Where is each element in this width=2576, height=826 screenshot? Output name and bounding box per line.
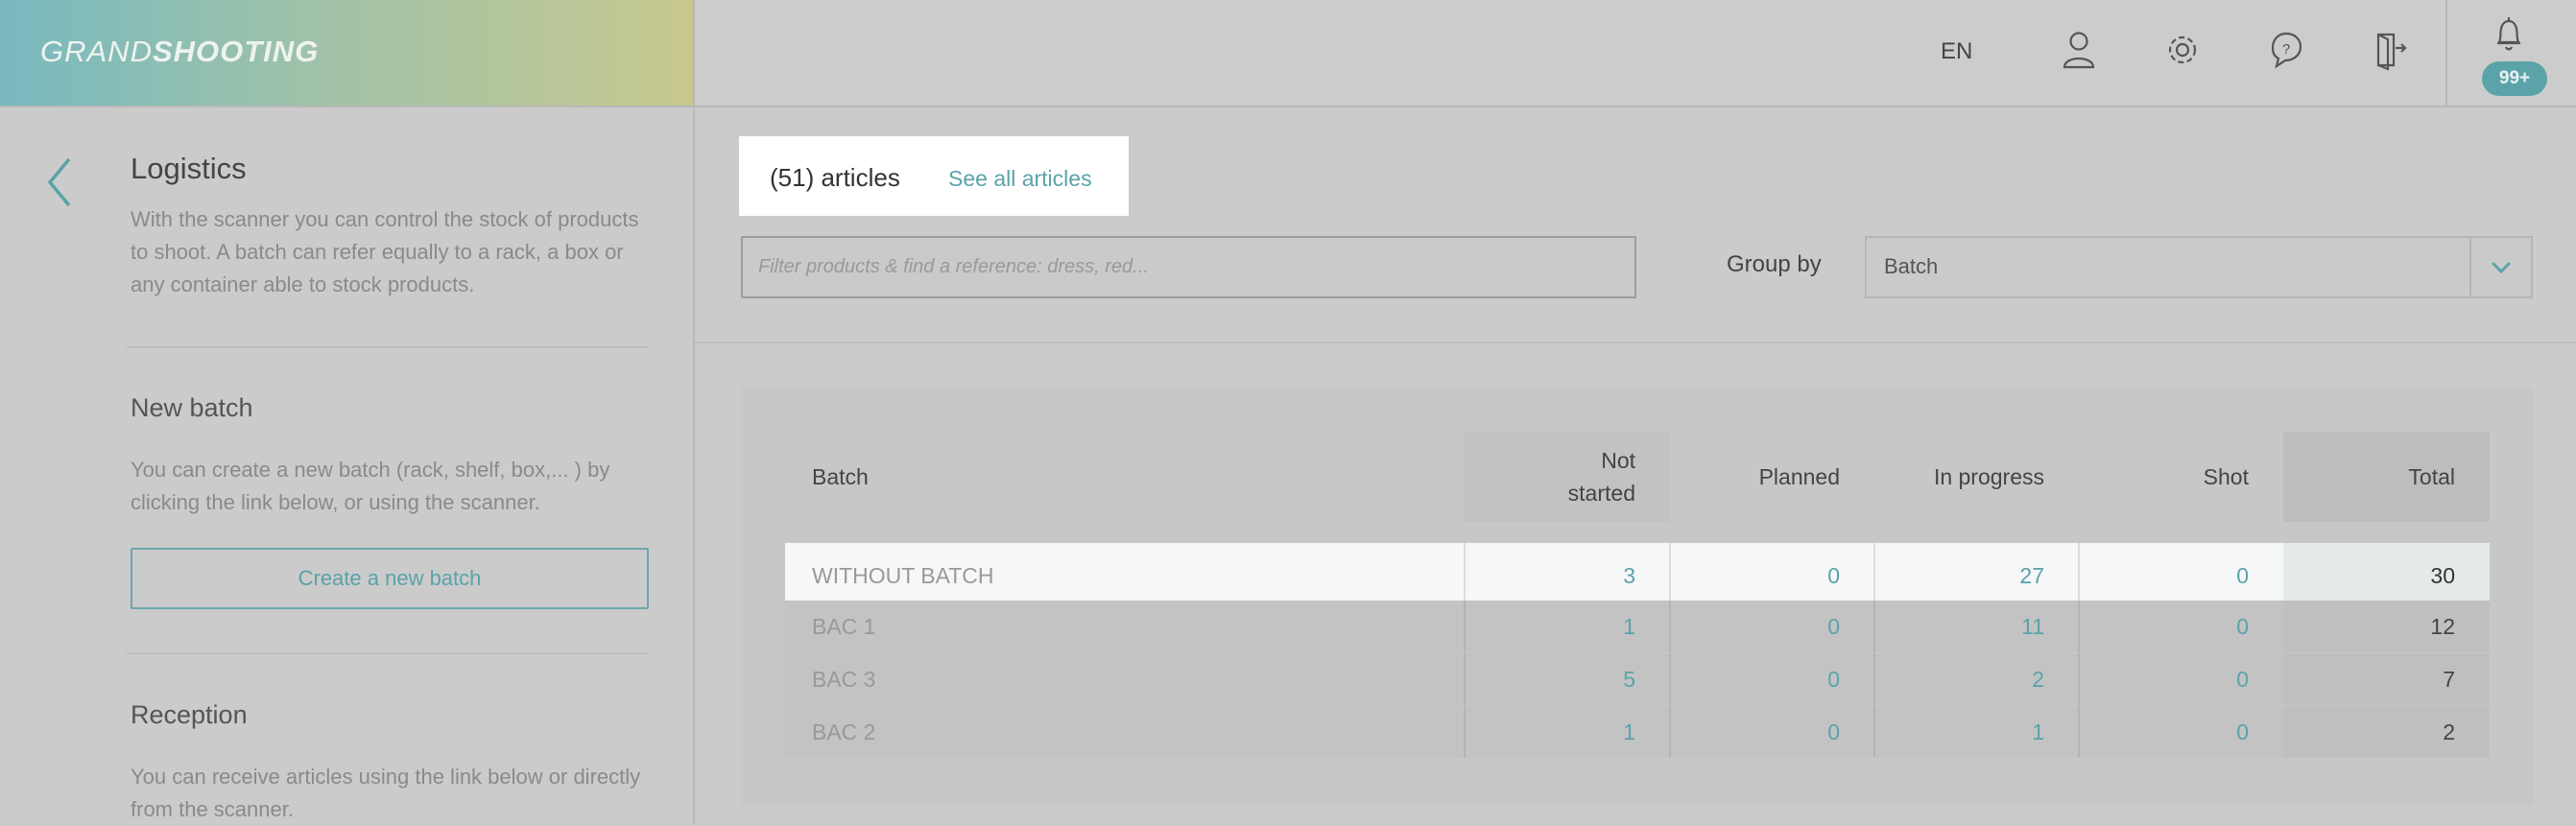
- row-in-progress[interactable]: 27: [1874, 543, 2044, 608]
- row-batch-name: BAC 2: [812, 719, 876, 744]
- row-in-progress[interactable]: 2: [1874, 653, 2044, 705]
- language-switcher[interactable]: EN: [1941, 38, 1972, 65]
- row-shot[interactable]: 0: [2079, 706, 2249, 758]
- chevron-down-icon[interactable]: [2485, 255, 2517, 278]
- row-shot[interactable]: 0: [2079, 543, 2249, 608]
- row-shot[interactable]: 0: [2079, 601, 2249, 652]
- header-total[interactable]: Total: [2283, 432, 2490, 522]
- row-total: 7: [2283, 653, 2490, 705]
- row-total: 2: [2283, 706, 2490, 758]
- main-divider: [695, 342, 2576, 343]
- sidebar-divider: [127, 346, 649, 348]
- sidebar-title: Logistics: [131, 152, 247, 185]
- header-not-started[interactable]: Not started: [1465, 432, 1670, 522]
- see-all-articles-link[interactable]: See all articles: [948, 166, 1092, 192]
- sidebar-divider: [127, 652, 649, 654]
- notification-badge[interactable]: 99+: [2482, 61, 2547, 96]
- row-in-progress[interactable]: 1: [1874, 706, 2044, 758]
- bell-icon[interactable]: [2490, 13, 2528, 56]
- row-not-started[interactable]: 5: [1465, 653, 1635, 705]
- row-total: 30: [2283, 543, 2490, 608]
- app-logo[interactable]: GRANDSHOOTING: [40, 35, 319, 69]
- row-planned[interactable]: 0: [1670, 543, 1840, 608]
- table-row[interactable]: BAC 3 5 0 2 0 7: [785, 653, 2490, 705]
- reception-text: You can receive articles using the link …: [131, 765, 641, 821]
- row-in-progress[interactable]: 11: [1874, 601, 2044, 652]
- row-not-started[interactable]: 3: [1465, 543, 1635, 608]
- row-batch-name: BAC 1: [812, 613, 876, 639]
- row-shot[interactable]: 0: [2079, 653, 2249, 705]
- create-batch-button[interactable]: Create a new batch: [131, 548, 649, 609]
- group-by-value: Batch: [1884, 254, 1939, 278]
- new-batch-text: You can create a new batch (rack, shelf,…: [131, 458, 610, 514]
- header-not-started-line1: Not: [1601, 448, 1635, 473]
- user-icon[interactable]: [2060, 29, 2098, 71]
- row-planned[interactable]: 0: [1670, 653, 1840, 705]
- logo-area: GRANDSHOOTING: [0, 0, 695, 107]
- filter-input[interactable]: Filter products & find a reference: dres…: [741, 236, 1636, 298]
- table-header: Batch Not started Planned In progress Sh…: [785, 432, 2490, 522]
- sidebar: Logistics With the scanner you can contr…: [0, 107, 695, 825]
- row-planned[interactable]: 0: [1670, 706, 1840, 758]
- settings-icon[interactable]: [2163, 29, 2202, 71]
- row-not-started[interactable]: 1: [1465, 601, 1635, 652]
- row-planned[interactable]: 0: [1670, 601, 1840, 652]
- select-divider: [2469, 238, 2471, 296]
- row-batch-name: BAC 3: [812, 666, 876, 692]
- logo-text-bold: SHOOTING: [152, 35, 320, 68]
- back-arrow-icon[interactable]: [44, 155, 75, 209]
- row-total: 12: [2283, 601, 2490, 652]
- row-batch-name: WITHOUT BATCH: [812, 562, 994, 588]
- top-bar: EN ? 99+: [695, 0, 2576, 107]
- header-shot[interactable]: Shot: [2079, 432, 2283, 522]
- logout-icon[interactable]: [2371, 29, 2409, 71]
- header-planned[interactable]: Planned: [1670, 432, 1874, 522]
- sidebar-intro: With the scanner you can control the sto…: [131, 207, 639, 296]
- group-by-select[interactable]: Batch: [1865, 236, 2533, 298]
- articles-count: (51) articles: [770, 163, 900, 192]
- table-row[interactable]: BAC 1 1 0 11 0 12: [785, 601, 2490, 652]
- reception-heading: Reception: [131, 700, 248, 729]
- row-not-started[interactable]: 1: [1465, 706, 1635, 758]
- logo-text-light: GRAND: [40, 35, 153, 68]
- bell-divider: [2445, 0, 2447, 107]
- svg-text:?: ?: [2282, 41, 2290, 58]
- group-by-label: Group by: [1727, 251, 1822, 277]
- table-row[interactable]: BAC 2 1 0 1 0 2: [785, 706, 2490, 758]
- table-row[interactable]: WITHOUT BATCH 3 0 27 0 30: [785, 543, 2490, 608]
- help-icon[interactable]: ?: [2267, 29, 2305, 71]
- articles-summary: (51) articles See all articles: [739, 136, 1129, 216]
- header-batch[interactable]: Batch: [785, 432, 1465, 522]
- header-in-progress[interactable]: In progress: [1874, 432, 2079, 522]
- header-not-started-line2: started: [1567, 481, 1635, 506]
- new-batch-heading: New batch: [131, 393, 253, 422]
